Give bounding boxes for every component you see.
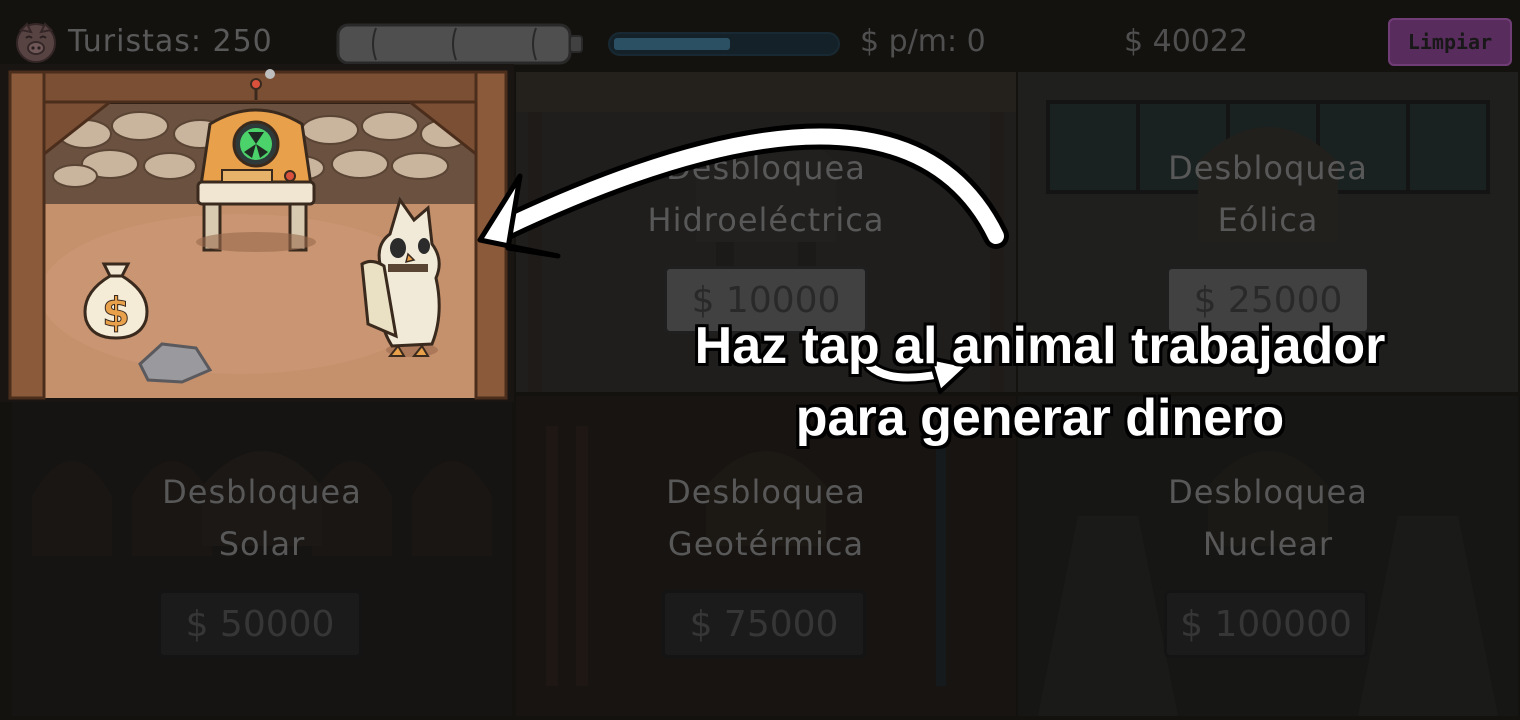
- tutorial-line-2: para generar dinero: [795, 389, 1285, 447]
- unlock-price-button[interactable]: $ 75000: [662, 590, 866, 658]
- clear-button[interactable]: Limpiar: [1388, 18, 1512, 66]
- energy-bar: [608, 32, 840, 56]
- money-bag-icon[interactable]: $: [76, 250, 156, 340]
- room-active-biomass[interactable]: $: [0, 64, 514, 402]
- room-unlock-label: Desbloquea: [1168, 149, 1368, 187]
- room-unlock-label: Desbloquea: [1168, 473, 1368, 511]
- unlock-price-button[interactable]: $ 100000: [1164, 590, 1368, 658]
- room-unlock-label: Desbloquea: [666, 473, 866, 511]
- game-screen: Turistas: 250 $ p/m: 0 $ 40022 Limpiar D…: [0, 0, 1520, 720]
- tutorial-message: Haz tap al animal trabajador para genera…: [600, 310, 1480, 454]
- money-per-minute: $ p/m: 0: [860, 24, 986, 59]
- battery-icon: [336, 23, 583, 65]
- unlock-price-button[interactable]: $ 50000: [158, 590, 362, 658]
- money-counter: $ 40022: [1124, 24, 1249, 59]
- money-bag-symbol: $: [102, 290, 130, 336]
- energy-bar-fill: [614, 38, 731, 50]
- room-name: Solar: [218, 525, 306, 563]
- room-name: Eólica: [1217, 201, 1319, 239]
- room-unlock-label: Desbloquea: [162, 473, 362, 511]
- pig-icon: [16, 22, 56, 63]
- tutorial-arrow-icon: [477, 123, 1009, 259]
- tutorial-line-1: Haz tap al animal trabajador: [694, 317, 1386, 375]
- tourists-counter: Turistas: 250: [68, 24, 273, 59]
- active-room-scene: [8, 69, 508, 400]
- room-name: Geotérmica: [667, 525, 865, 563]
- room-solar[interactable]: Desbloquea Solar $ 50000: [12, 396, 512, 716]
- room-name: Nuclear: [1202, 525, 1334, 563]
